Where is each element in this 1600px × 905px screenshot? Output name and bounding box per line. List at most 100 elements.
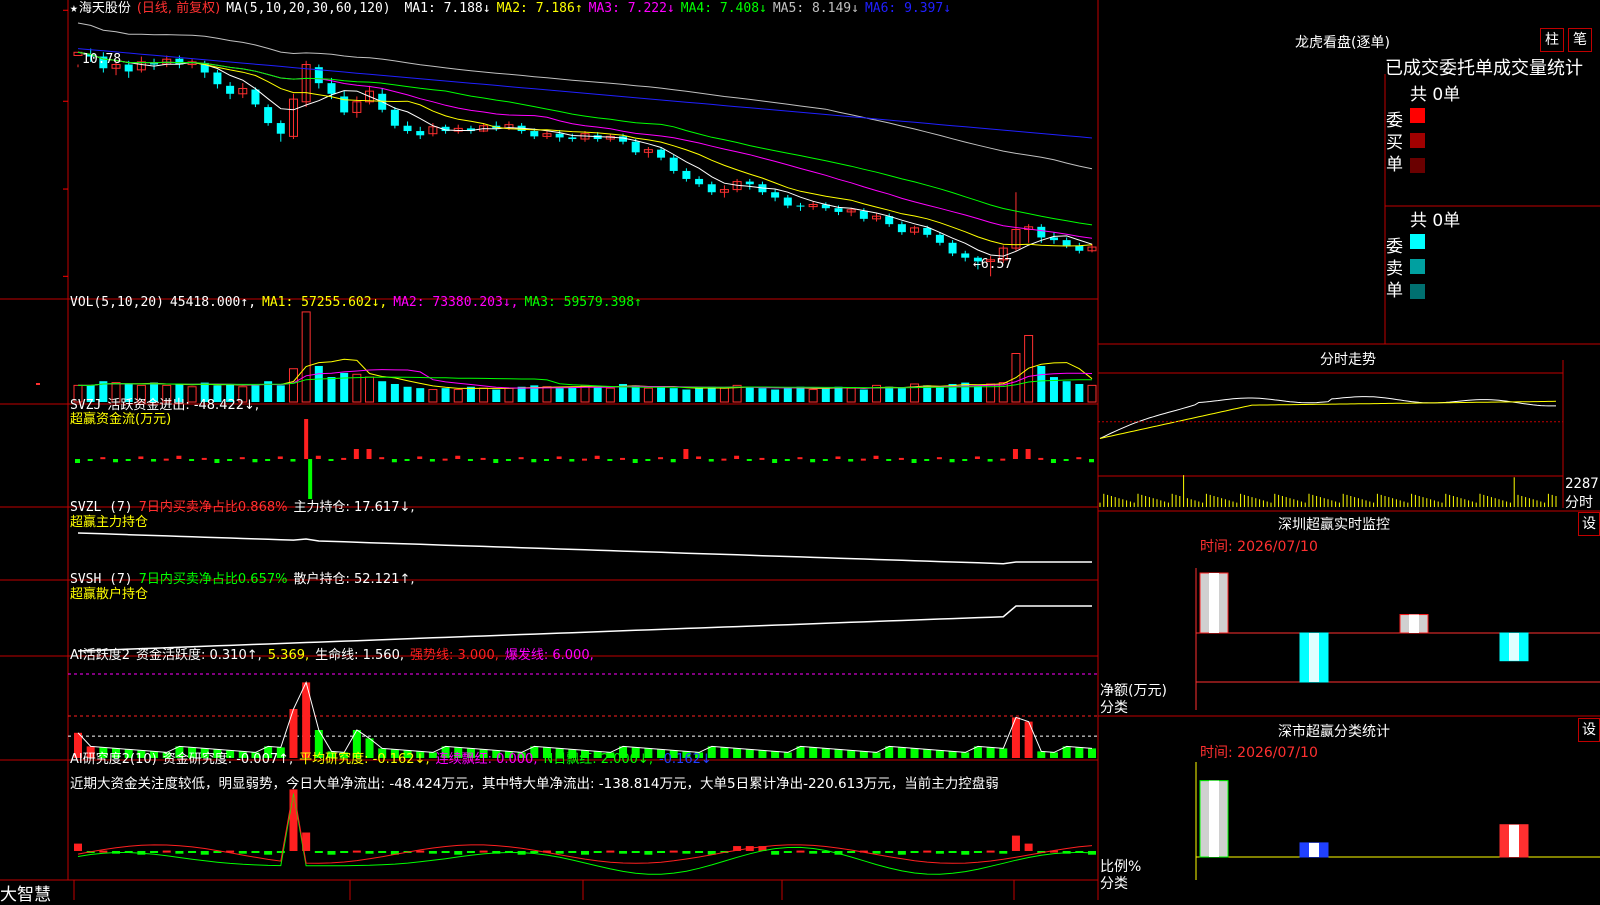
- flow-bar: [87, 459, 93, 461]
- ai1-t3: 生命线: 1.560,: [315, 648, 404, 663]
- volume-bar: [643, 387, 653, 403]
- flow-bar: [822, 459, 828, 461]
- research-bar: [923, 850, 932, 853]
- research-bar: [378, 851, 387, 853]
- research-bar: [973, 851, 982, 853]
- research-bar: [669, 850, 678, 853]
- flow-bar: [201, 457, 207, 460]
- flow-bar: [734, 455, 740, 459]
- volume-bar: [288, 368, 298, 403]
- volume-bar: [796, 386, 805, 402]
- flow-bar: [645, 459, 651, 461]
- svsh-header: SVSH (7) 7日内买卖净占比0.657% 散户持仓: 52.121↑,: [70, 572, 421, 587]
- flow-bar: [607, 459, 613, 461]
- volume-bar: [605, 387, 615, 403]
- ai1-t4: 强势线: 3.000,: [410, 648, 499, 663]
- dragon-tabs[interactable]: 已成交委托单成交量统计: [1385, 54, 1600, 80]
- volume-bar: [517, 386, 526, 402]
- volume-bar: [808, 389, 818, 403]
- monitor-settings-button[interactable]: 设: [1578, 512, 1600, 536]
- research-bar: [188, 851, 197, 853]
- order-color-swatch: [1410, 309, 1425, 324]
- vol-ma3: MA3: 59579.398↑: [524, 295, 642, 310]
- volume-bar: [352, 373, 362, 403]
- volume-bar: [492, 389, 501, 402]
- research-bar: [771, 851, 780, 855]
- vol-ma1: MA1: 57255.602↓,: [262, 295, 388, 310]
- order-color-swatch: [1410, 133, 1425, 148]
- research-bar: [200, 851, 209, 855]
- intraday-title: 分时走势: [1320, 352, 1376, 368]
- ma-value: MA4: 7.408↓: [680, 1, 767, 16]
- research-bar: [619, 851, 628, 854]
- flow-bar: [1025, 449, 1031, 459]
- order-color-swatch: [1410, 284, 1425, 299]
- activity-bar: [923, 749, 932, 758]
- flow-bar: [341, 457, 347, 460]
- volume-bar: [821, 388, 830, 402]
- research-bar: [986, 850, 995, 853]
- activity-bar: [720, 747, 729, 758]
- flow-bar: [308, 459, 313, 499]
- volume-bar: [453, 389, 463, 403]
- activity-bar: [809, 747, 818, 758]
- period-label[interactable]: (日线, 前复权): [137, 1, 220, 16]
- research-bar: [593, 851, 602, 853]
- vol-ma2: MA2: 73380.203↓,: [393, 295, 519, 310]
- dragon-title: 龙虎看盘(逐单): [1295, 35, 1390, 51]
- activity-bar: [859, 751, 868, 758]
- volume-bar: [593, 386, 602, 402]
- favorite-star-icon[interactable]: ★: [70, 1, 78, 16]
- flow-bar: [239, 457, 245, 460]
- activity-bar: [948, 751, 957, 758]
- classify-time: 时间: 2026/07/10: [1200, 745, 1318, 761]
- stock-name: 海天股份: [78, 1, 131, 16]
- research-bar: [948, 851, 957, 853]
- flow-bar: [315, 455, 321, 459]
- flow-bar: [569, 459, 575, 462]
- flow-bar: [962, 459, 968, 461]
- volume-bar: [466, 386, 475, 402]
- research-bar: [606, 850, 615, 853]
- flow-bar: [886, 459, 892, 461]
- flow-bar: [759, 457, 765, 460]
- order-color-swatch: [1410, 234, 1425, 249]
- flow-bar: [924, 459, 930, 461]
- bar-mode-button[interactable]: 柱: [1540, 28, 1564, 52]
- flow-bar: [632, 459, 638, 463]
- flow-bar: [949, 459, 955, 463]
- svsh-text1: 7日内买卖净占比0.657%: [138, 572, 288, 587]
- volume-bar: [416, 388, 425, 402]
- candle-body: [416, 131, 425, 136]
- flow-bar: [848, 459, 854, 462]
- flow-bar: [556, 456, 562, 459]
- tick-mode-button[interactable]: 笔: [1568, 28, 1592, 52]
- candle-body: [327, 83, 336, 94]
- ma-label: MA(5,10,20,30,60,120): [226, 1, 391, 16]
- flow-bar: [531, 459, 537, 463]
- flow-bar: [696, 456, 702, 459]
- flow-bar: [366, 449, 372, 459]
- svzl-text2: 主力持仓: 17.617↓,: [293, 500, 415, 515]
- volume-bar: [428, 389, 438, 403]
- flow-bar: [417, 456, 423, 459]
- research-bar: [479, 850, 488, 853]
- flow-bar: [75, 459, 80, 463]
- flow-bar: [620, 457, 626, 460]
- research-bar: [352, 850, 361, 853]
- low-price-label: ←6.57: [973, 257, 1013, 272]
- activity-bar: [872, 752, 881, 758]
- flow-bar: [1076, 457, 1082, 460]
- classify-settings-button[interactable]: 设: [1578, 718, 1600, 742]
- flow-bar: [911, 459, 917, 463]
- flow-bar: [670, 459, 676, 463]
- intraday-avg-line: [1099, 400, 1557, 439]
- volume-bar: [378, 381, 387, 402]
- svzj-header: SVZJ 活跃资金进出: -48.422↓,: [70, 398, 265, 413]
- research-bar: [314, 851, 323, 853]
- monitor-bar-highlight: [1309, 633, 1319, 682]
- volume-bar: [1087, 384, 1097, 403]
- volume-bar: [834, 386, 843, 402]
- research-bar: [530, 851, 539, 853]
- order-row: [1410, 305, 1600, 329]
